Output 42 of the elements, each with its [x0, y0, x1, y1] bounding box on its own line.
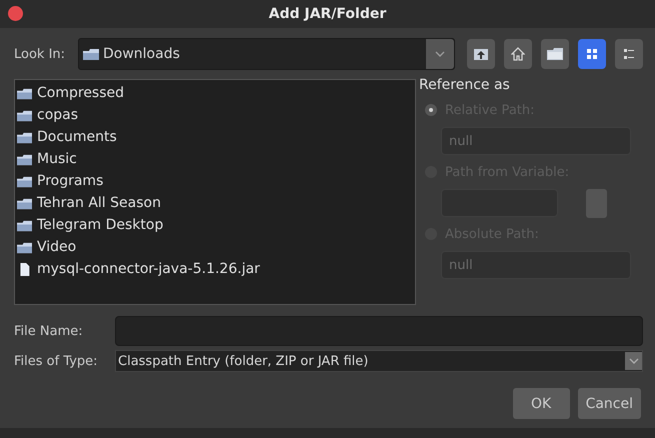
- folder-icon: [17, 196, 32, 210]
- folder-icon: [17, 240, 32, 254]
- newfolder-button[interactable]: [541, 39, 569, 69]
- file-item[interactable]: mysql-connector-java-5.1.26.jar: [17, 258, 415, 280]
- up-button[interactable]: [467, 39, 495, 69]
- folder-icon: [83, 48, 99, 60]
- folder-up-icon: [473, 47, 489, 61]
- look-in-value: Downloads: [103, 46, 181, 62]
- file-item[interactable]: Music: [17, 148, 415, 170]
- section-title: Reference as: [419, 77, 511, 95]
- folder-icon: [17, 130, 32, 144]
- folder-icon: [547, 48, 563, 60]
- file-item[interactable]: Documents: [17, 126, 415, 148]
- file-item[interactable]: copas: [17, 104, 415, 126]
- file-item[interactable]: Tehran All Season: [17, 192, 415, 214]
- folder-icon: [17, 218, 32, 232]
- file-item[interactable]: Programs: [17, 170, 415, 192]
- dialog-button[interactable]: Cancel: [578, 388, 641, 419]
- chevron-icon: [628, 358, 638, 364]
- grid-icon: [586, 48, 598, 60]
- home-icon: [511, 47, 525, 61]
- folder-icon: [17, 108, 32, 122]
- folder-icon: [17, 86, 32, 100]
- folder-icon: [17, 152, 32, 166]
- look-in-label: Look In:: [14, 46, 66, 62]
- list-button[interactable]: [578, 39, 606, 69]
- look-in-dropdown[interactable]: Downloads: [78, 38, 455, 70]
- home-button[interactable]: [504, 39, 532, 69]
- file-type-label: Files of Type:: [14, 354, 99, 368]
- file-name-label: File Name:: [14, 324, 84, 338]
- file-item[interactable]: Telegram Desktop: [17, 214, 415, 236]
- dialog-button[interactable]: OK: [512, 388, 570, 419]
- list-icon: [623, 48, 635, 60]
- window-title: Add JAR/Folder: [268, 6, 386, 22]
- file-type-dropdown[interactable]: Classpath Entry (folder, ZIP or JAR file): [115, 350, 643, 372]
- file-item[interactable]: Compressed: [17, 82, 415, 104]
- file-item[interactable]: Video: [17, 236, 415, 258]
- details-button[interactable]: [615, 39, 643, 69]
- chevron-icon: [435, 51, 445, 57]
- folder-icon: [17, 174, 32, 188]
- close-button[interactable]: [8, 6, 23, 21]
- file-name-field[interactable]: [115, 316, 643, 346]
